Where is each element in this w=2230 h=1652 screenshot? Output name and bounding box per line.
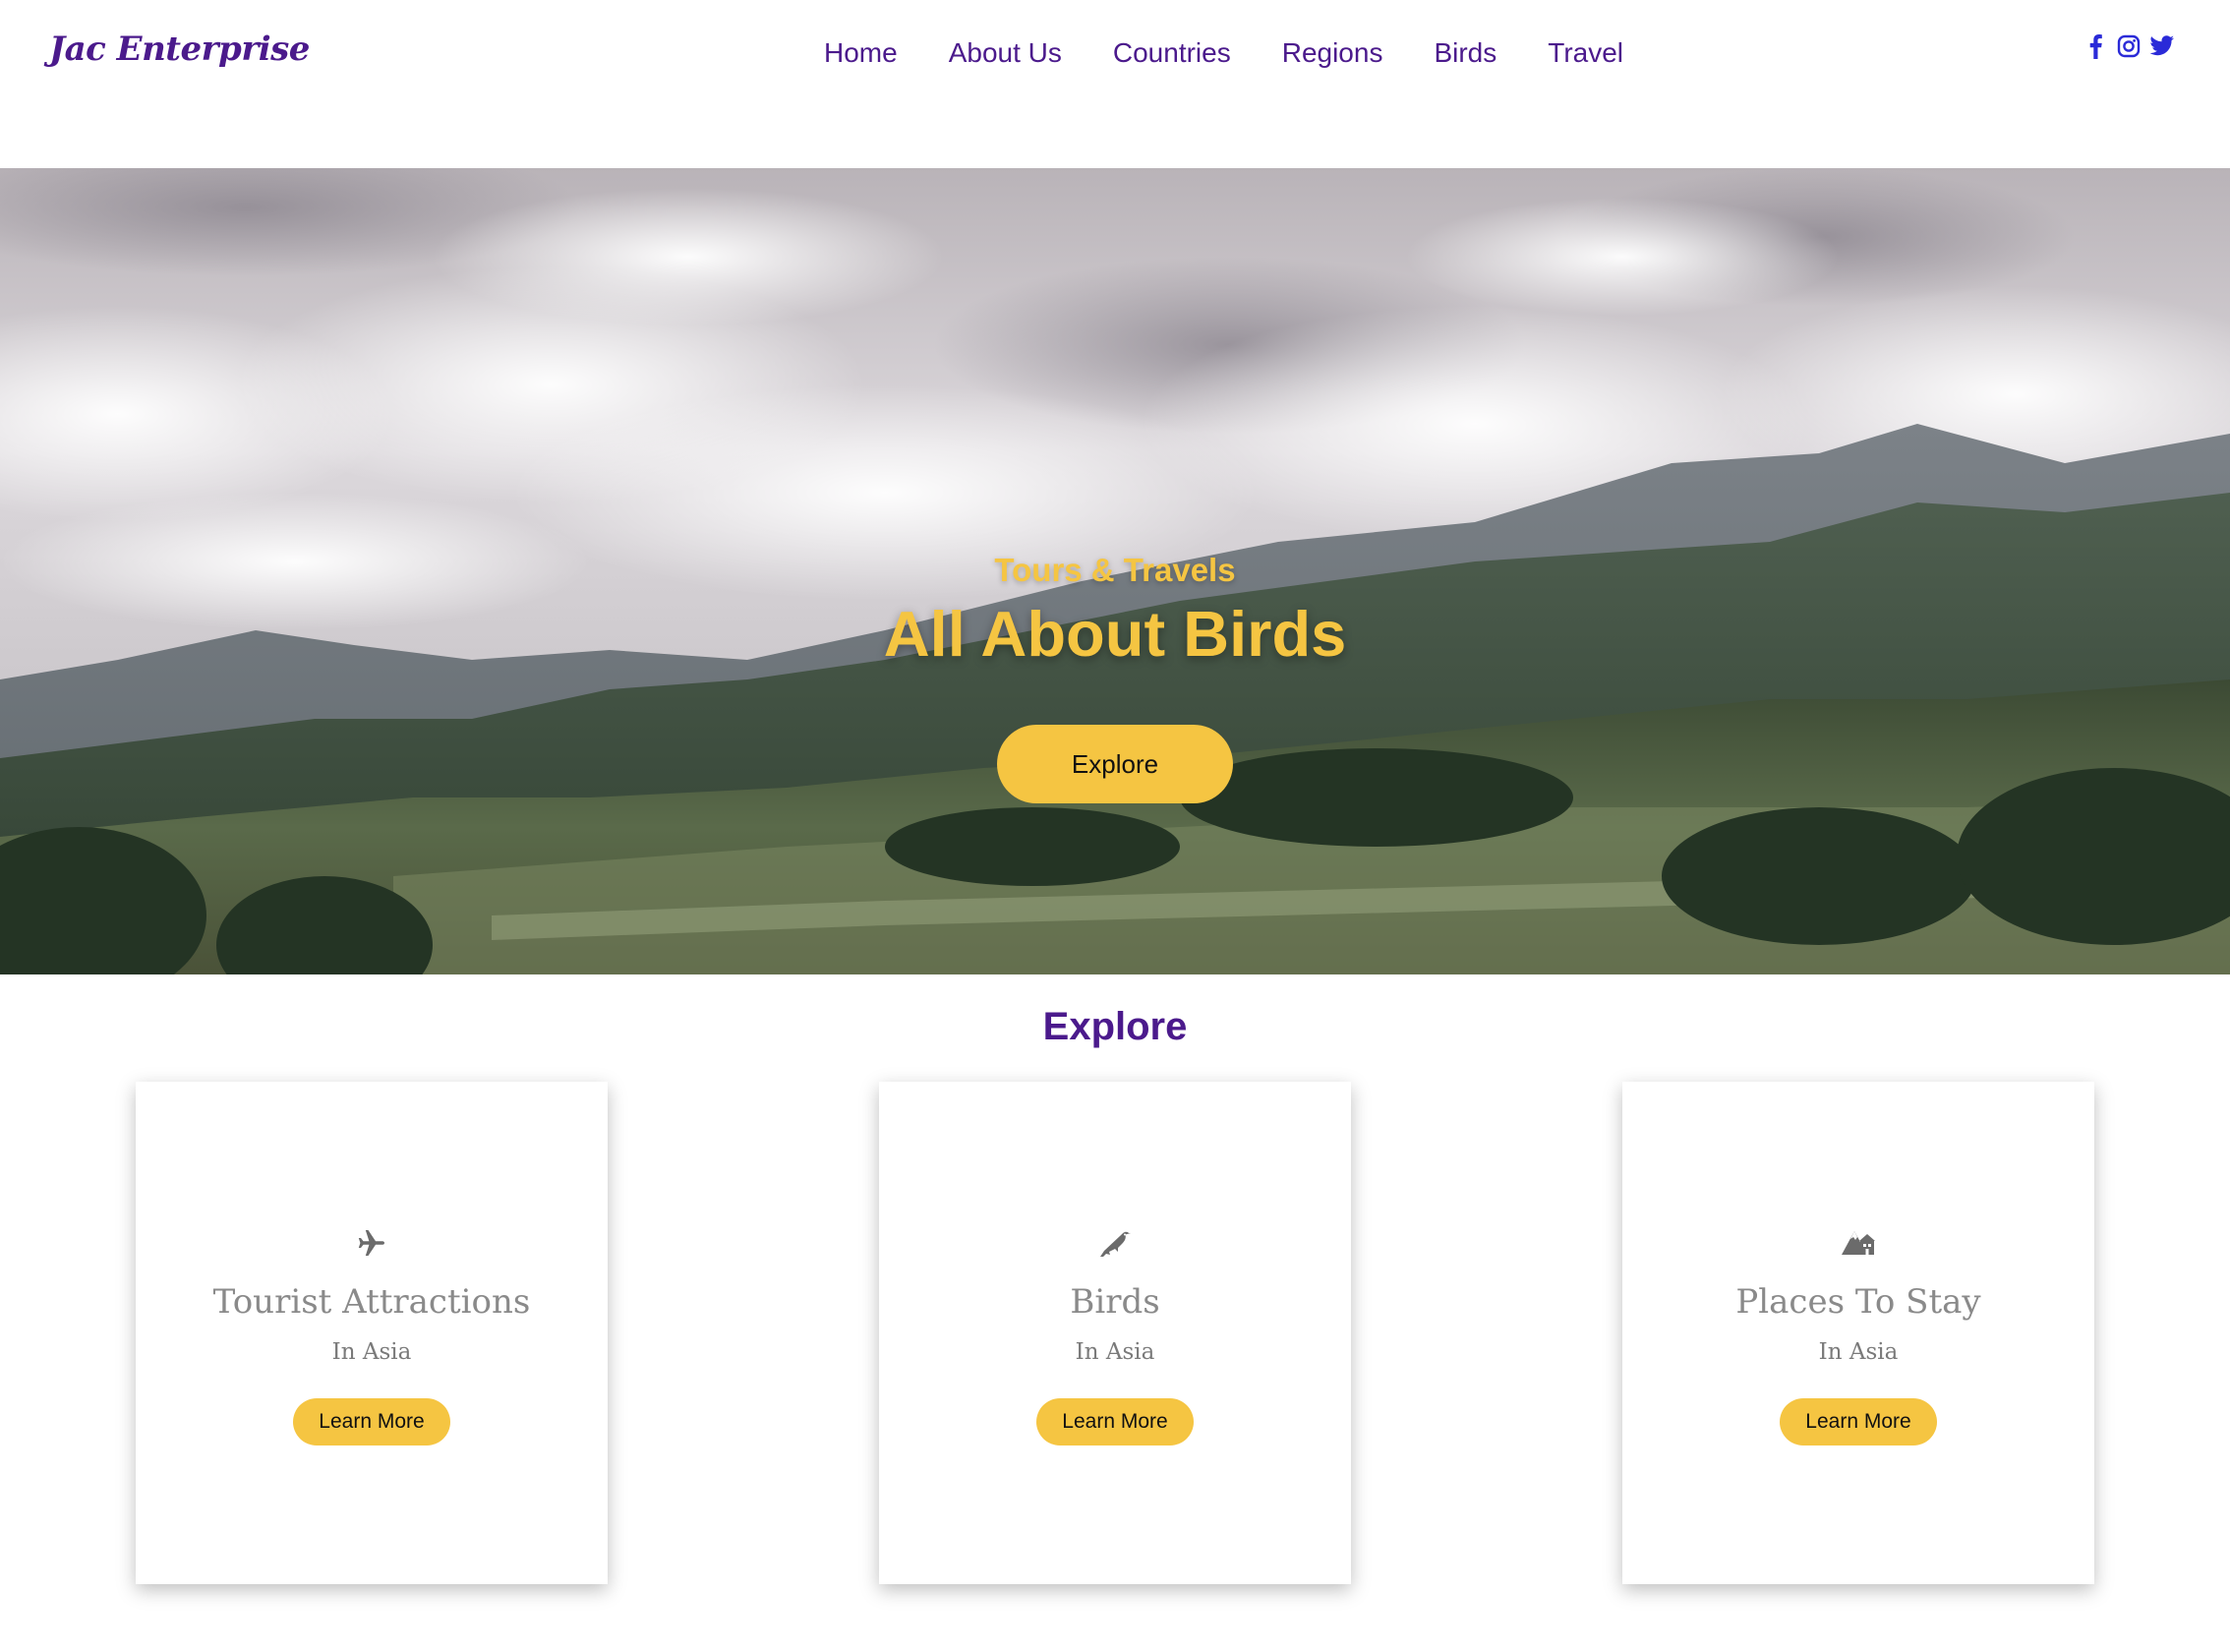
nav-item-birds[interactable]: Birds [1434, 37, 1496, 69]
social-links [2083, 33, 2175, 59]
card-title: Tourist Attractions [212, 1282, 531, 1322]
main-nav: Home About Us Countries Regions Birds Tr… [824, 37, 1623, 69]
card-title: Places To Stay [1735, 1282, 1981, 1322]
site-logo[interactable]: Jac Enterprise [49, 30, 310, 69]
card-subtitle: In Asia [331, 1339, 412, 1365]
nav-item-travel[interactable]: Travel [1548, 37, 1623, 69]
learn-more-button[interactable]: Learn More [293, 1398, 450, 1446]
card-title: Birds [1070, 1282, 1160, 1322]
card-places-to-stay: Places To Stay In Asia Learn More [1622, 1082, 2094, 1584]
learn-more-button[interactable]: Learn More [1780, 1398, 1937, 1446]
nav-item-countries[interactable]: Countries [1113, 37, 1231, 69]
hero-banner: Tours & Travels All About Birds Explore [0, 168, 2230, 974]
facebook-icon[interactable] [2083, 33, 2108, 59]
card-subtitle: In Asia [1818, 1339, 1899, 1365]
card-birds: Birds In Asia Learn More [879, 1082, 1351, 1584]
site-header: Jac Enterprise Home About Us Countries R… [0, 0, 2230, 168]
instagram-icon[interactable] [2116, 33, 2142, 59]
explore-button[interactable]: Explore [997, 725, 1233, 803]
mountain-icon [1622, 1225, 2094, 1261]
nav-item-home[interactable]: Home [824, 37, 898, 69]
card-tourist-attractions: Tourist Attractions In Asia Learn More [136, 1082, 608, 1584]
twitter-icon[interactable] [2149, 33, 2175, 59]
hero-subtitle: Tours & Travels [994, 552, 1236, 588]
bird-icon [879, 1225, 1351, 1261]
card-subtitle: In Asia [1075, 1339, 1155, 1365]
plane-icon [136, 1225, 608, 1261]
explore-section-title: Explore [1042, 1005, 1188, 1048]
nav-item-regions[interactable]: Regions [1282, 37, 1383, 69]
hero-title: All About Birds [883, 598, 1347, 670]
learn-more-button[interactable]: Learn More [1036, 1398, 1194, 1446]
nav-item-about-us[interactable]: About Us [949, 37, 1062, 69]
